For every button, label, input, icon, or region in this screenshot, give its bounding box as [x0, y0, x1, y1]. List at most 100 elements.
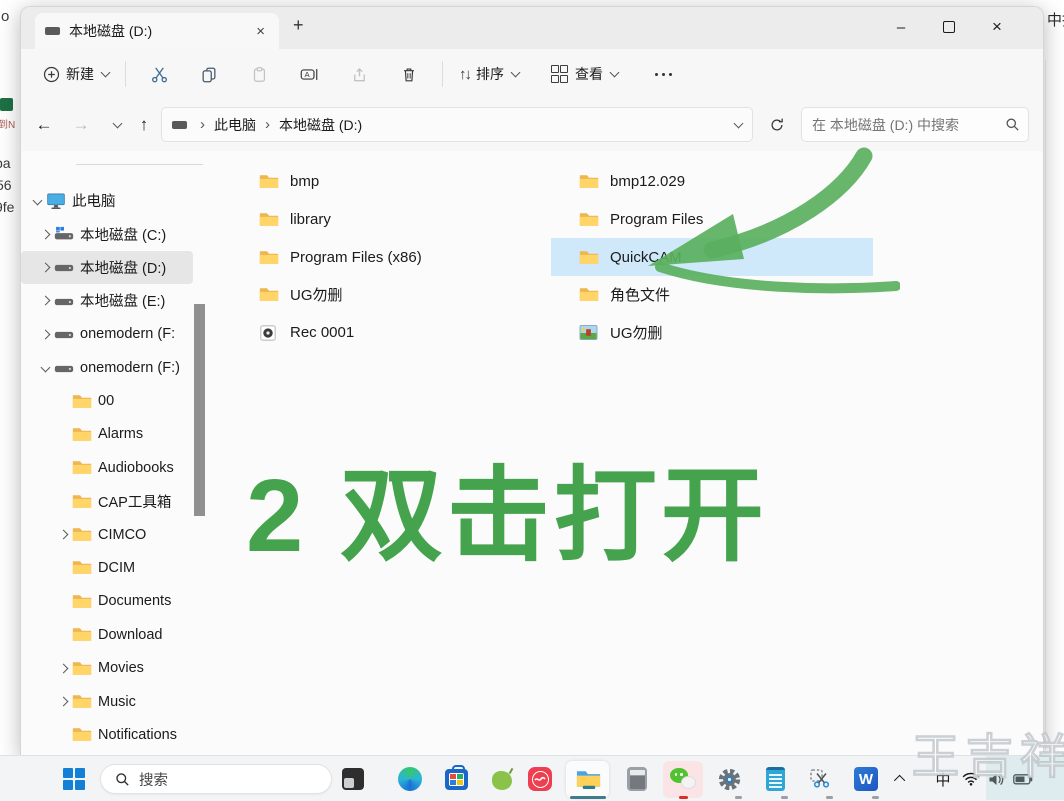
minimize-button[interactable]: – — [878, 7, 924, 47]
chevron-right-icon[interactable] — [37, 331, 54, 338]
breadcrumb-current[interactable]: 本地磁盘 (D:) — [279, 115, 362, 135]
start-button[interactable] — [59, 764, 89, 794]
view-button[interactable]: 查看 — [543, 58, 626, 90]
calculator-icon[interactable] — [622, 764, 652, 794]
new-tab-button[interactable]: + — [293, 15, 304, 36]
chevron-right-icon[interactable] — [37, 231, 54, 238]
file-item[interactable]: Program Files — [551, 201, 873, 239]
edge-icon[interactable] — [395, 764, 425, 794]
cut-button[interactable] — [142, 57, 176, 91]
sidebar-item-label: Documents — [98, 593, 171, 609]
refresh-button[interactable] — [763, 111, 791, 139]
tray-chevron-up-icon[interactable] — [888, 764, 914, 794]
folder-icon — [72, 593, 98, 610]
sidebar-item[interactable]: Documents — [21, 585, 193, 618]
chevron-right-icon[interactable] — [37, 297, 54, 304]
sort-button-label: 排序 — [476, 64, 504, 84]
tab-close-icon[interactable]: × — [252, 23, 269, 40]
sort-button[interactable]: ↑↓ 排序 — [451, 58, 527, 90]
file-item[interactable]: bmp12.029 — [551, 163, 873, 201]
delete-button[interactable] — [392, 57, 426, 91]
file-item[interactable]: UG勿删 — [551, 314, 873, 352]
chevron-right-icon[interactable] — [55, 531, 72, 538]
paste-button[interactable] — [242, 57, 276, 91]
file-item[interactable]: bmp — [251, 163, 551, 201]
new-button[interactable]: 新建 — [35, 58, 117, 90]
rename-button[interactable]: A — [292, 57, 326, 91]
forward-button[interactable]: → — [66, 111, 96, 139]
chevron-right-icon[interactable] — [55, 698, 72, 705]
sidebar-item[interactable]: Movies — [21, 651, 193, 684]
share-button[interactable] — [342, 57, 376, 91]
chevron-down-icon[interactable] — [37, 364, 54, 371]
sidebar-item-label: Alarms — [98, 426, 143, 442]
chevron-right-icon[interactable] — [55, 665, 72, 672]
file-item-label: library — [290, 211, 331, 228]
sidebar-item[interactable]: 00 — [21, 384, 193, 417]
search-icon — [1005, 117, 1020, 132]
notepad-icon[interactable] — [760, 764, 790, 794]
chevron-down-icon[interactable] — [29, 197, 46, 204]
sidebar-item[interactable]: DCIM — [21, 551, 193, 584]
breadcrumb-this-pc[interactable]: 此电脑 — [214, 115, 256, 135]
breadcrumb[interactable]: › 此电脑 › 本地磁盘 (D:) — [161, 107, 753, 142]
close-button[interactable]: × — [974, 7, 1020, 47]
file-item-label: Rec 0001 — [290, 324, 354, 341]
sidebar-item[interactable]: Alarms — [21, 418, 193, 451]
more-options-button[interactable] — [646, 57, 680, 91]
explorer-tab[interactable]: 本地磁盘 (D:) × — [35, 13, 279, 49]
search-input[interactable] — [810, 116, 1005, 134]
up-button[interactable]: ↑ — [129, 111, 159, 139]
sidebar-item[interactable]: Notifications — [21, 718, 193, 751]
sidebar-item[interactable]: Music — [21, 685, 193, 718]
file-item[interactable]: Rec 0001 — [251, 314, 551, 352]
folder-icon — [259, 286, 281, 303]
file-item-label: bmp12.029 — [610, 173, 685, 190]
ime-indicator[interactable]: 中 — [930, 764, 956, 794]
sidebar-item[interactable]: Audiobooks — [21, 451, 193, 484]
file-item-label: 角色文件 — [610, 284, 670, 305]
drive-icon — [54, 293, 80, 309]
maximize-button[interactable] — [926, 7, 972, 47]
file-item[interactable]: library — [251, 201, 551, 239]
background-fragment: pa — [0, 155, 17, 171]
recent-locations-button[interactable] — [101, 111, 131, 139]
search-box[interactable] — [801, 107, 1029, 142]
sidebar-item[interactable]: 此电脑 — [21, 184, 193, 217]
sidebar-item[interactable]: CIMCO — [21, 518, 193, 551]
sidebar-item[interactable]: Download — [21, 618, 193, 651]
word-icon[interactable]: W — [851, 764, 881, 794]
folder-icon — [72, 426, 98, 443]
folder-icon — [575, 767, 602, 791]
file-item[interactable]: 角色文件 — [551, 276, 873, 314]
green-app-icon[interactable] — [487, 764, 517, 794]
file-item[interactable]: QuickCAM — [551, 238, 873, 276]
microsoft-store-icon[interactable] — [441, 764, 471, 794]
file-item[interactable]: Program Files (x86) — [251, 238, 551, 276]
sidebar-item-label: 本地磁盘 (C:) — [80, 224, 166, 245]
file-item[interactable]: UG勿删 — [251, 276, 551, 314]
red-music-app-icon[interactable] — [525, 764, 555, 794]
sidebar-item-label: 00 — [98, 393, 114, 409]
sidebar-item[interactable]: 本地磁盘 (C:) — [21, 217, 193, 250]
taskbar-search[interactable]: 搜索 — [100, 764, 332, 794]
settings-icon[interactable] — [714, 764, 744, 794]
file-explorer-icon[interactable] — [573, 764, 603, 794]
chevron-down-icon — [610, 68, 620, 78]
dark-square-app-icon[interactable] — [338, 764, 368, 794]
sidebar-item[interactable]: 本地磁盘 (E:) — [21, 284, 193, 317]
address-dropdown-icon[interactable] — [734, 118, 744, 128]
snipping-tool-icon[interactable] — [805, 764, 835, 794]
back-button[interactable]: ← — [29, 111, 59, 139]
wifi-icon[interactable] — [958, 764, 984, 794]
nav-scrollbar[interactable] — [194, 304, 205, 516]
navigation-pane: 此电脑本地磁盘 (C:)本地磁盘 (D:)本地磁盘 (E:)onemodern … — [21, 151, 207, 756]
sidebar-item[interactable]: CAP工具箱 — [21, 485, 193, 518]
sidebar-item[interactable]: 本地磁盘 (D:) — [21, 251, 193, 284]
sidebar-item-label: 此电脑 — [72, 190, 116, 211]
copy-button[interactable] — [192, 57, 226, 91]
wechat-icon[interactable] — [668, 764, 698, 794]
chevron-right-icon[interactable] — [37, 264, 54, 271]
sidebar-item[interactable]: onemodern (F: — [21, 318, 193, 351]
sidebar-item[interactable]: onemodern (F:) — [21, 351, 193, 384]
